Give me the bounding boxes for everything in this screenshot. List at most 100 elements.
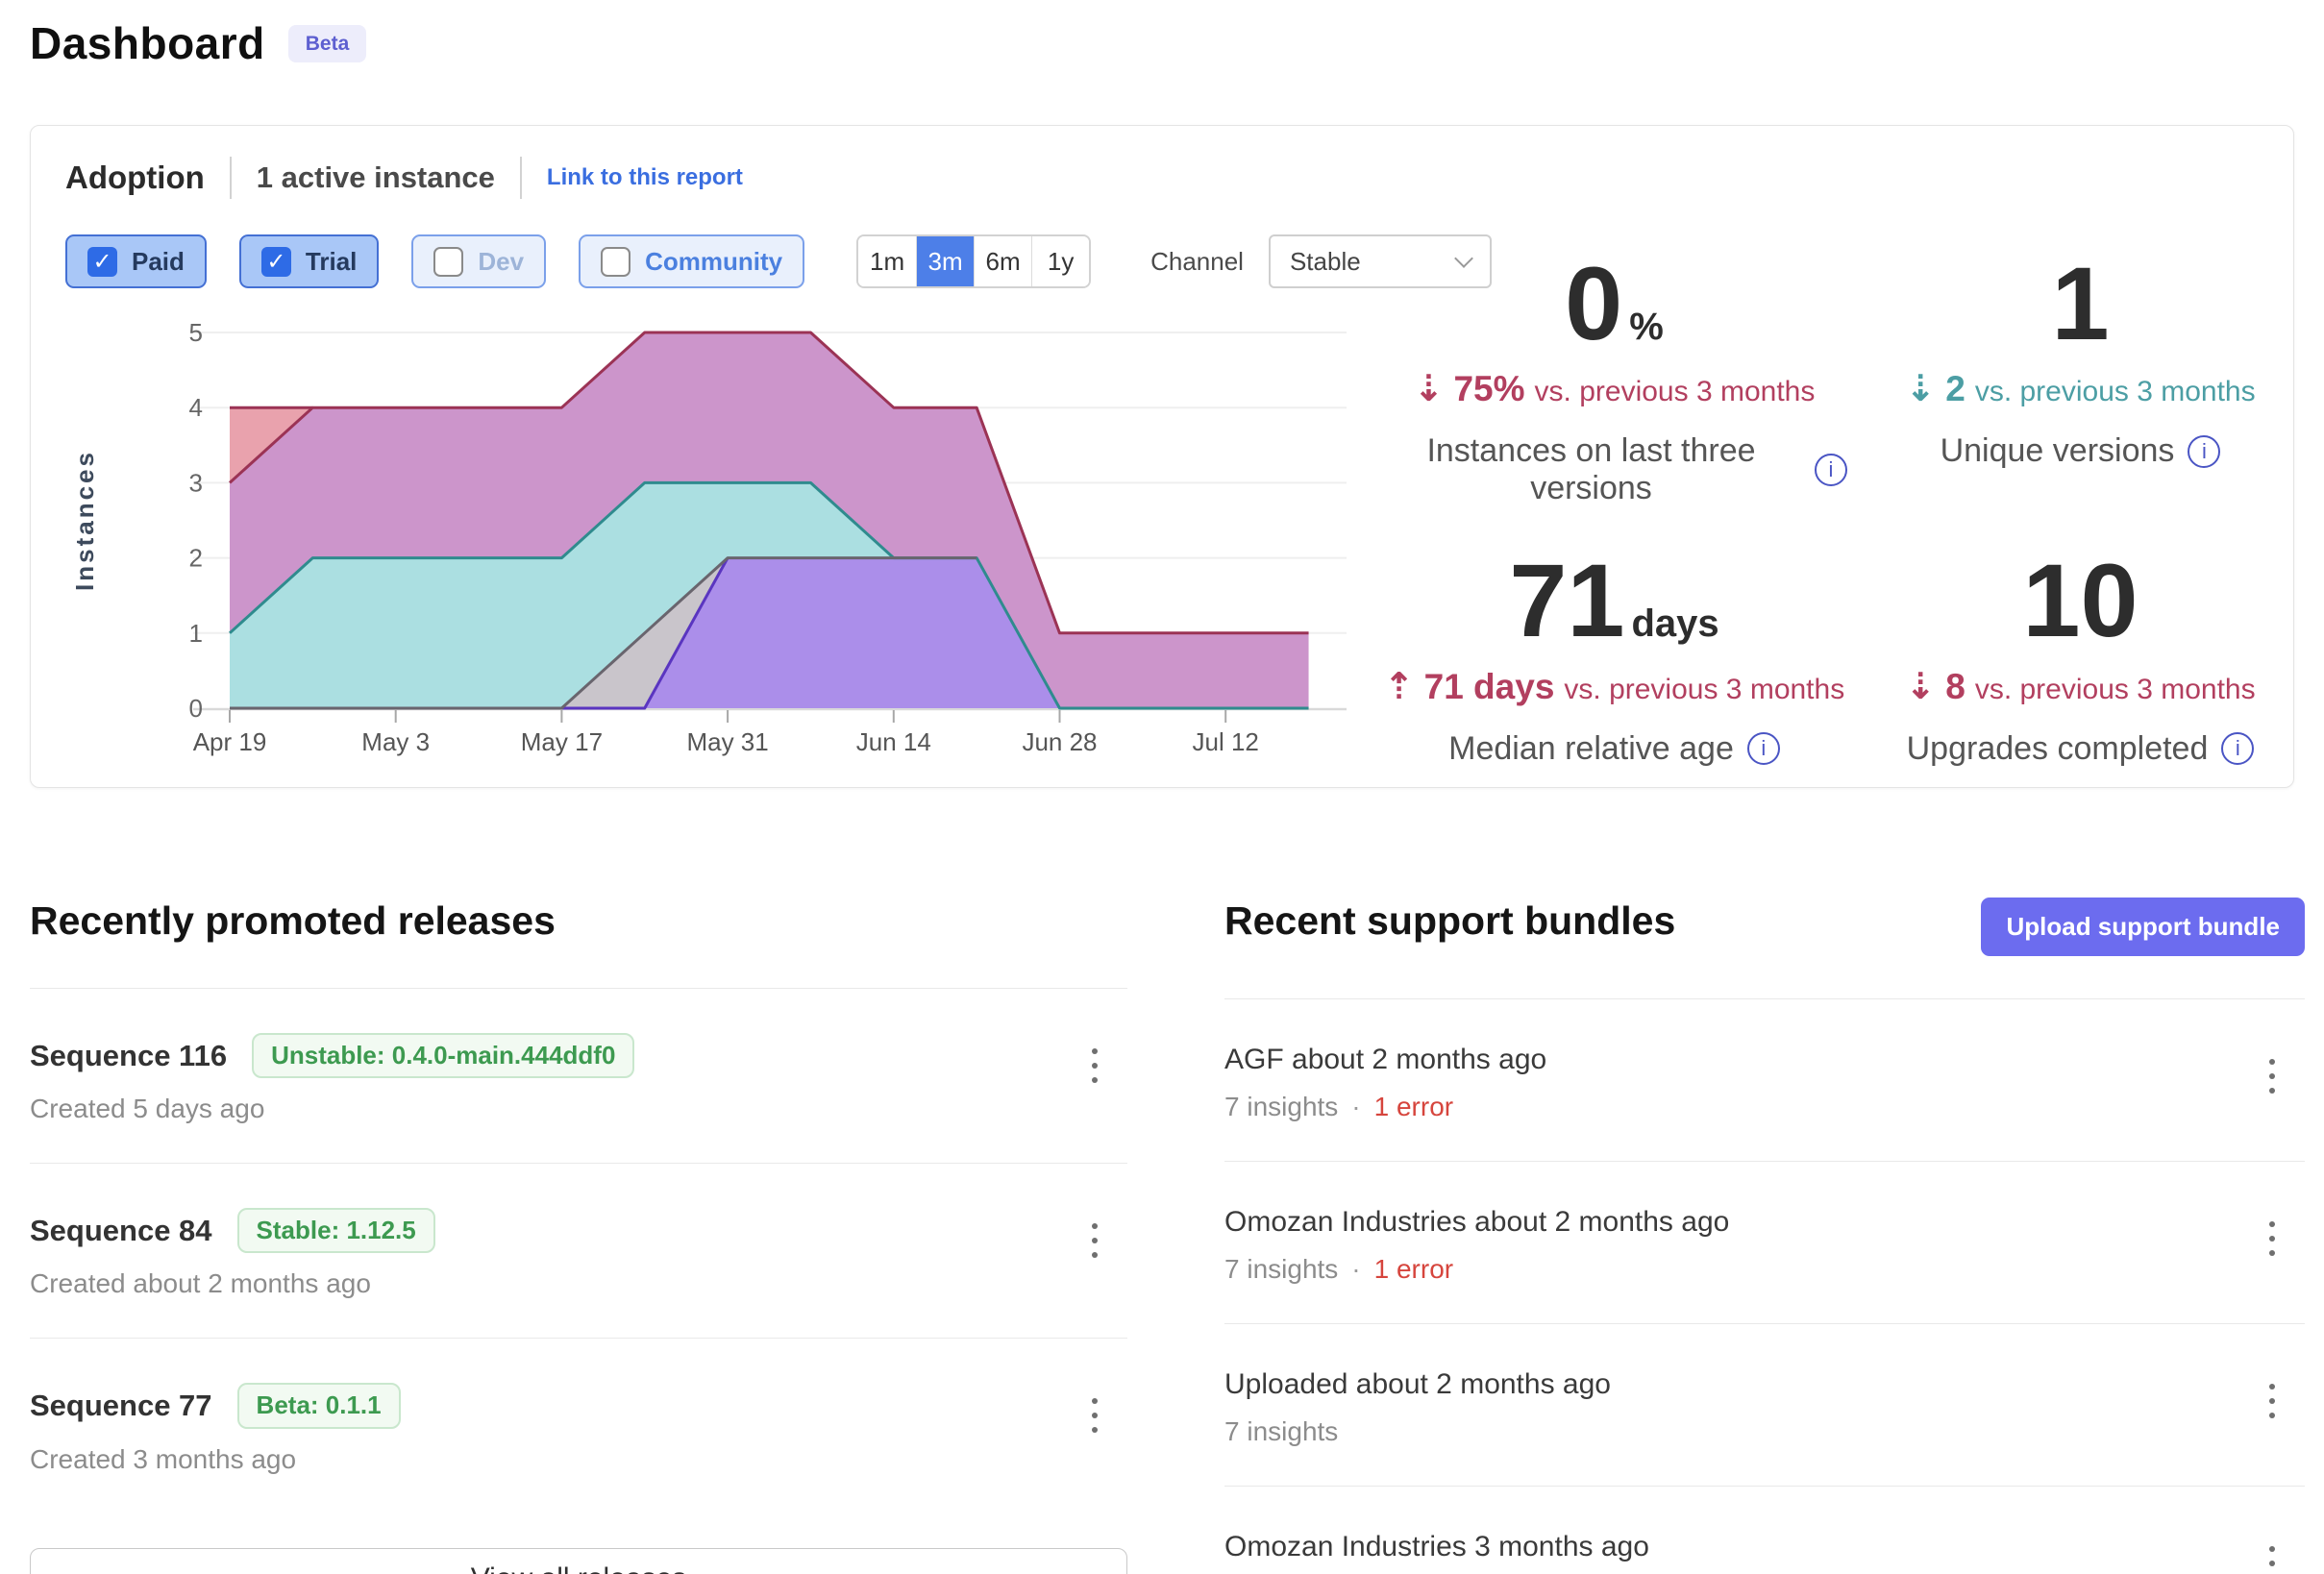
x-axis-label: Apr 19 [193, 727, 267, 756]
x-axis-label: May 31 [686, 727, 768, 756]
release-version-badge: Unstable: 0.4.0-main.444ddf0 [252, 1033, 634, 1078]
kebab-menu-icon[interactable] [1075, 1214, 1114, 1267]
kebab-dot [1092, 1252, 1098, 1258]
releases-heading: Recently promoted releases [30, 896, 556, 946]
filter-chip-community[interactable]: Community [579, 234, 804, 288]
kebab-dot [1092, 1427, 1098, 1433]
filter-chip-trial[interactable]: ✓ Trial [239, 234, 379, 288]
release-row: Sequence 116 Unstable: 0.4.0-main.444ddf0… [30, 988, 1127, 1163]
stat-caption-text: Unique versions [1941, 432, 2175, 470]
info-icon[interactable]: i [1747, 732, 1780, 765]
bundle-insights-count: 7 insights [1224, 1416, 1338, 1447]
range-button-1y[interactable]: 1y [1031, 236, 1089, 286]
checkbox-unchecked-icon[interactable] [433, 247, 463, 277]
checkbox-checked-icon[interactable]: ✓ [87, 247, 117, 277]
stat-number-text: 1 [2051, 249, 2109, 357]
upload-support-bundle-button[interactable]: Upload support bundle [1981, 898, 2305, 956]
kebab-dot [1092, 1238, 1098, 1243]
delta-suffix: vs. previous 3 months [1975, 376, 2256, 408]
kebab-menu-icon[interactable] [1075, 1039, 1114, 1093]
delta-suffix: vs. previous 3 months [1975, 674, 2256, 706]
bundle-list: AGF about 2 months ago 7 insights · 1 error… [1224, 998, 2305, 1574]
checkbox-checked-icon[interactable]: ✓ [261, 247, 291, 277]
kebab-dot [1092, 1398, 1098, 1404]
kebab-menu-icon[interactable] [2253, 1049, 2291, 1103]
checkbox-unchecked-icon[interactable] [601, 247, 630, 277]
filter-chip-label: Community [645, 247, 782, 277]
info-icon[interactable]: i [1815, 454, 1847, 486]
adoption-title: Adoption [65, 160, 205, 196]
stat-card-1: 1⇣2vs. previous 3 monthsUnique versionsi [1847, 249, 2313, 507]
delta-value: 71 days [1424, 667, 1555, 707]
license-filters: ✓ Paid ✓ Trial Dev Community [65, 234, 837, 288]
kebab-menu-icon[interactable] [2253, 1212, 2291, 1266]
kebab-dot [2269, 1073, 2275, 1079]
bundle-error-count: 1 error [1374, 1092, 1453, 1122]
kebab-dot [1092, 1413, 1098, 1418]
bundle-title: AGF about 2 months ago [1224, 1044, 2305, 1076]
page-header: Dashboard Beta [30, 17, 366, 69]
stat-delta: ⇡71 daysvs. previous 3 months [1381, 665, 1847, 707]
bundle-meta: 7 insights [1224, 1416, 2305, 1447]
release-sequence: Sequence 84 [30, 1214, 212, 1248]
kebab-dot [2269, 1561, 2275, 1566]
bundle-insights-count: 7 insights [1224, 1092, 1338, 1122]
channel-label: Channel [1150, 247, 1244, 277]
divider [520, 157, 522, 199]
bundles-heading: Recent support bundles [1224, 896, 1675, 946]
dot-separator: · [1351, 1092, 1360, 1122]
view-all-releases-button[interactable]: View all releases [30, 1548, 1127, 1574]
kebab-dot [2269, 1384, 2275, 1390]
filter-chip-label: Dev [478, 247, 524, 277]
page-title: Dashboard [30, 17, 265, 69]
stat-caption-text: Median relative age [1448, 730, 1734, 768]
kebab-dot [2269, 1398, 2275, 1404]
range-button-3m[interactable]: 3m [916, 236, 974, 286]
support-bundles-section: Recent support bundles Upload support bu… [1224, 896, 2305, 1574]
kebab-menu-icon[interactable] [2253, 1537, 2291, 1574]
y-axis-title: Instances [70, 450, 99, 591]
info-icon[interactable]: i [2221, 732, 2254, 765]
y-axis-label: 2 [189, 544, 203, 573]
adoption-stats: 0%⇣75%vs. previous 3 monthsInstances on … [1381, 249, 2313, 768]
filter-chip-label: Trial [306, 247, 357, 277]
stat-number-text: 10 [2022, 546, 2138, 654]
stat-card-0: 0%⇣75%vs. previous 3 monthsInstances on … [1381, 249, 1847, 507]
delta-value: 2 [1945, 369, 1966, 409]
kebab-dot [1092, 1063, 1098, 1069]
stat-delta: ⇣8vs. previous 3 months [1847, 665, 2313, 707]
release-row: Sequence 84Stable: 1.12.5Created about 2… [30, 1163, 1127, 1338]
dot-separator: · [1351, 1254, 1360, 1285]
y-axis-label: 4 [189, 393, 203, 422]
release-title-row: Sequence 84Stable: 1.12.5 [30, 1208, 1127, 1253]
bundle-meta: 7 insights · 1 error [1224, 1092, 2305, 1122]
y-axis-label: 5 [189, 318, 203, 347]
filter-chip-dev[interactable]: Dev [411, 234, 546, 288]
release-sequence: Sequence 116 [30, 1039, 227, 1073]
stat-value: 0% [1381, 249, 1847, 357]
stat-caption-text: Upgrades completed [1907, 730, 2209, 768]
kebab-menu-icon[interactable] [2253, 1374, 2291, 1428]
stat-caption: Unique versions i [1847, 432, 2313, 470]
info-icon[interactable]: i [2188, 435, 2220, 468]
kebab-dot [1092, 1223, 1098, 1229]
filter-chip-label: Paid [132, 247, 185, 277]
kebab-dot [2269, 1413, 2275, 1418]
bundle-title: Omozan Industries about 2 months ago [1224, 1206, 2305, 1239]
bundle-title: Uploaded about 2 months ago [1224, 1368, 2305, 1401]
kebab-dot [1092, 1048, 1098, 1054]
filter-chip-paid[interactable]: ✓ Paid [65, 234, 207, 288]
range-button-6m[interactable]: 6m [974, 236, 1031, 286]
stat-delta: ⇣2vs. previous 3 months [1847, 367, 2313, 409]
release-list: Sequence 116 Unstable: 0.4.0-main.444ddf0… [30, 988, 1127, 1513]
range-button-1m[interactable]: 1m [858, 236, 916, 286]
link-to-report[interactable]: Link to this report [547, 164, 743, 191]
bundle-meta: 7 insights·1 error [1224, 1254, 2305, 1285]
release-created: Created 3 months ago [30, 1444, 1127, 1475]
stat-caption: Instances on last three versionsi [1381, 432, 1847, 507]
x-axis-label: May 17 [521, 727, 603, 756]
stat-unit-text: days [1631, 603, 1718, 644]
kebab-menu-icon[interactable] [1075, 1389, 1114, 1442]
stat-card-3: 10 ⇣8vs. previous 3 months Upgrades comple… [1847, 546, 2313, 767]
adoption-card: Adoption 1 active instance Link to this … [30, 125, 2294, 788]
